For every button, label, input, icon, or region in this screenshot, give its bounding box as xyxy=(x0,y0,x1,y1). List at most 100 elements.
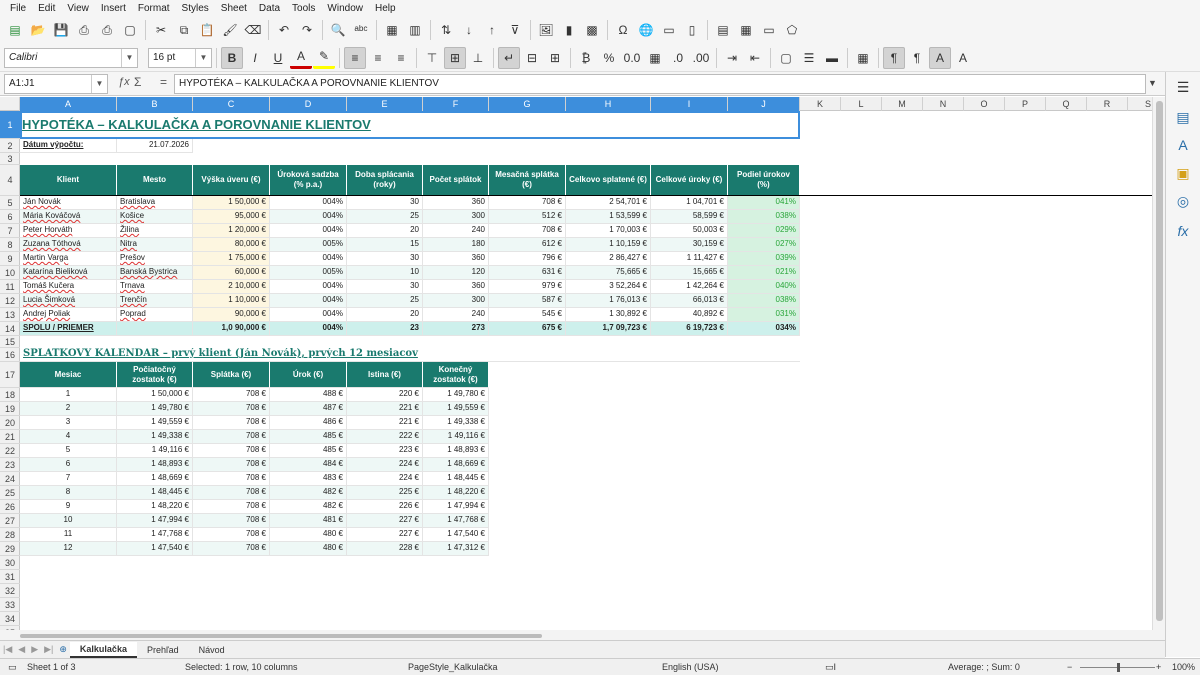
table-cell[interactable]: 005% xyxy=(270,266,347,280)
column-header-A[interactable]: A xyxy=(20,97,117,111)
table-cell[interactable]: 2 54,701 € xyxy=(566,196,651,210)
align-center-icon[interactable]: ≡ xyxy=(367,47,389,69)
schedule-cell[interactable]: 227 € xyxy=(347,528,423,542)
expand-formula-icon[interactable]: ▼ xyxy=(1148,78,1157,88)
outdent-icon[interactable]: ⇤ xyxy=(744,47,766,69)
menu-data[interactable]: Data xyxy=(253,3,286,14)
client-name[interactable]: Tomáš Kučera xyxy=(20,280,117,294)
table-cell[interactable]: 612 € xyxy=(489,238,566,252)
table-cell[interactable]: 979 € xyxy=(489,280,566,294)
column-header-M[interactable]: M xyxy=(882,97,923,111)
month-cell[interactable]: 8 xyxy=(20,486,117,500)
table-cell[interactable]: 1 50,000 € xyxy=(193,196,270,210)
gallery-icon[interactable]: ▣ xyxy=(1172,162,1194,184)
menu-file[interactable]: File xyxy=(4,3,32,14)
schedule-cell[interactable]: 480 € xyxy=(270,542,347,556)
table-cell[interactable]: 038% xyxy=(728,210,800,224)
formula-input[interactable]: HYPOTÉKA – KALKULAČKA A POROVNANIE KLIEN… xyxy=(174,74,1146,94)
table-cell[interactable]: 90,000 € xyxy=(193,308,270,322)
properties-icon[interactable]: ▤ xyxy=(1172,106,1194,128)
table-cell[interactable]: 1 53,599 € xyxy=(566,210,651,224)
client-name[interactable]: Martin Varga xyxy=(20,252,117,266)
schedule-cell[interactable]: 482 € xyxy=(270,486,347,500)
styles-icon[interactable]: A xyxy=(1172,134,1194,156)
row-header-31[interactable]: 31 xyxy=(0,570,20,584)
column-header-N[interactable]: N xyxy=(923,97,964,111)
column-header-C[interactable]: C xyxy=(193,97,270,111)
month-cell[interactable]: 6 xyxy=(20,458,117,472)
schedule-cell[interactable]: 708 € xyxy=(193,472,270,486)
schedule-cell[interactable]: 482 € xyxy=(270,500,347,514)
menu-format[interactable]: Format xyxy=(132,3,176,14)
table-cell[interactable]: 25 xyxy=(347,210,423,224)
align-bottom-icon[interactable]: ⊥ xyxy=(467,47,489,69)
total-cell[interactable] xyxy=(117,322,193,336)
insert-mode-icon[interactable]: ▭I xyxy=(825,662,836,673)
autofilter-icon[interactable]: ⊽ xyxy=(504,19,526,41)
table-cell[interactable]: 360 xyxy=(423,252,489,266)
vertical-scrollbar[interactable] xyxy=(1152,97,1165,630)
decimal-icon[interactable]: 0.0 xyxy=(621,47,643,69)
column-header-H[interactable]: H xyxy=(566,97,651,111)
split-icon[interactable]: ▭ xyxy=(758,19,780,41)
schedule-cell[interactable]: 485 € xyxy=(270,444,347,458)
menu-tools[interactable]: Tools xyxy=(286,3,321,14)
chevron-down-icon[interactable]: ▼ xyxy=(91,75,107,93)
total-cell[interactable]: SPOLU / PRIEMER xyxy=(20,322,117,336)
table-cell[interactable]: 30 xyxy=(347,252,423,266)
schedule-title[interactable]: SPLÁTKOVÝ KALENDÁR – prvý klient (Ján No… xyxy=(20,348,800,362)
column-header-B[interactable]: B xyxy=(117,97,193,111)
sheet-title[interactable]: HYPOTÉKA – KALKULAČKA A POROVNANIE KLIEN… xyxy=(20,111,800,139)
table-cell[interactable]: 041% xyxy=(728,196,800,210)
client-name[interactable]: Zuzana Tóthová xyxy=(20,238,117,252)
first-sheet-icon[interactable]: |◀ xyxy=(0,644,15,655)
menu-view[interactable]: View xyxy=(61,3,95,14)
date-label[interactable]: Dátum výpočtu: xyxy=(20,139,117,153)
show-draw-icon[interactable]: ⬠ xyxy=(781,19,803,41)
table-cell[interactable]: Poprad xyxy=(117,308,193,322)
text-ltr-icon[interactable]: A xyxy=(929,46,951,69)
total-cell[interactable]: 1,7 09,723 € xyxy=(566,322,651,336)
month-cell[interactable]: 2 xyxy=(20,402,117,416)
table-header[interactable]: Mesačná splátka (€) xyxy=(489,165,566,196)
sort-icon[interactable]: ⇅ xyxy=(435,19,457,41)
conditional-icon[interactable]: ▦ xyxy=(852,47,874,69)
scroll-thumb[interactable] xyxy=(20,634,542,638)
total-cell[interactable]: 6 19,723 € xyxy=(651,322,728,336)
redo-icon[interactable]: ↷ xyxy=(296,19,318,41)
date-value[interactable]: 21.07.2026 xyxy=(117,139,193,153)
table-header[interactable]: Úroková sadzba (% p.a.) xyxy=(270,165,347,196)
schedule-cell[interactable]: 708 € xyxy=(193,514,270,528)
spreadsheet-grid[interactable]: ABCDEFGHIJKLMNOPQRS 1 2 3 4 5 6 7 8 9 10 11 12 13 14 1… xyxy=(0,97,1152,630)
table-cell[interactable]: 005% xyxy=(270,238,347,252)
table-cell[interactable]: 240 xyxy=(423,308,489,322)
row-header-23[interactable]: 23 xyxy=(0,458,20,472)
clear-icon[interactable]: ⌫ xyxy=(242,19,264,41)
table-cell[interactable]: 300 xyxy=(423,210,489,224)
table-header[interactable]: Výška úveru (€) xyxy=(193,165,270,196)
client-name[interactable]: Mária Kováčová xyxy=(20,210,117,224)
table-cell[interactable]: 30 xyxy=(347,196,423,210)
align-middle-icon[interactable]: ⊞ xyxy=(444,46,466,69)
month-cell[interactable]: 12 xyxy=(20,542,117,556)
row-header-18[interactable]: 18 xyxy=(0,388,20,402)
table-cell[interactable]: 1 04,701 € xyxy=(651,196,728,210)
schedule-header[interactable]: Splátka (€) xyxy=(193,362,270,388)
table-cell[interactable]: 50,003 € xyxy=(651,224,728,238)
schedule-cell[interactable]: 708 € xyxy=(193,528,270,542)
row-header-6[interactable]: 6 xyxy=(0,210,20,224)
total-cell[interactable]: 23 xyxy=(347,322,423,336)
row-header-34[interactable]: 34 xyxy=(0,612,20,626)
schedule-cell[interactable]: 485 € xyxy=(270,430,347,444)
schedule-header[interactable]: Istina (€) xyxy=(347,362,423,388)
indent-icon[interactable]: ⇥ xyxy=(721,47,743,69)
row-header-10[interactable]: 10 xyxy=(0,266,20,280)
zoom-out-icon[interactable]: − xyxy=(1067,662,1072,672)
hyperlink-icon[interactable]: 🌐 xyxy=(635,19,657,41)
schedule-cell[interactable]: 1 49,780 € xyxy=(117,402,193,416)
row-icon[interactable]: ▦ xyxy=(381,19,403,41)
print-preview-icon[interactable]: ▢ xyxy=(119,19,141,41)
chart-icon[interactable]: ▮ xyxy=(558,19,580,41)
client-name[interactable]: Peter Horváth xyxy=(20,224,117,238)
table-cell[interactable]: 80,000 € xyxy=(193,238,270,252)
